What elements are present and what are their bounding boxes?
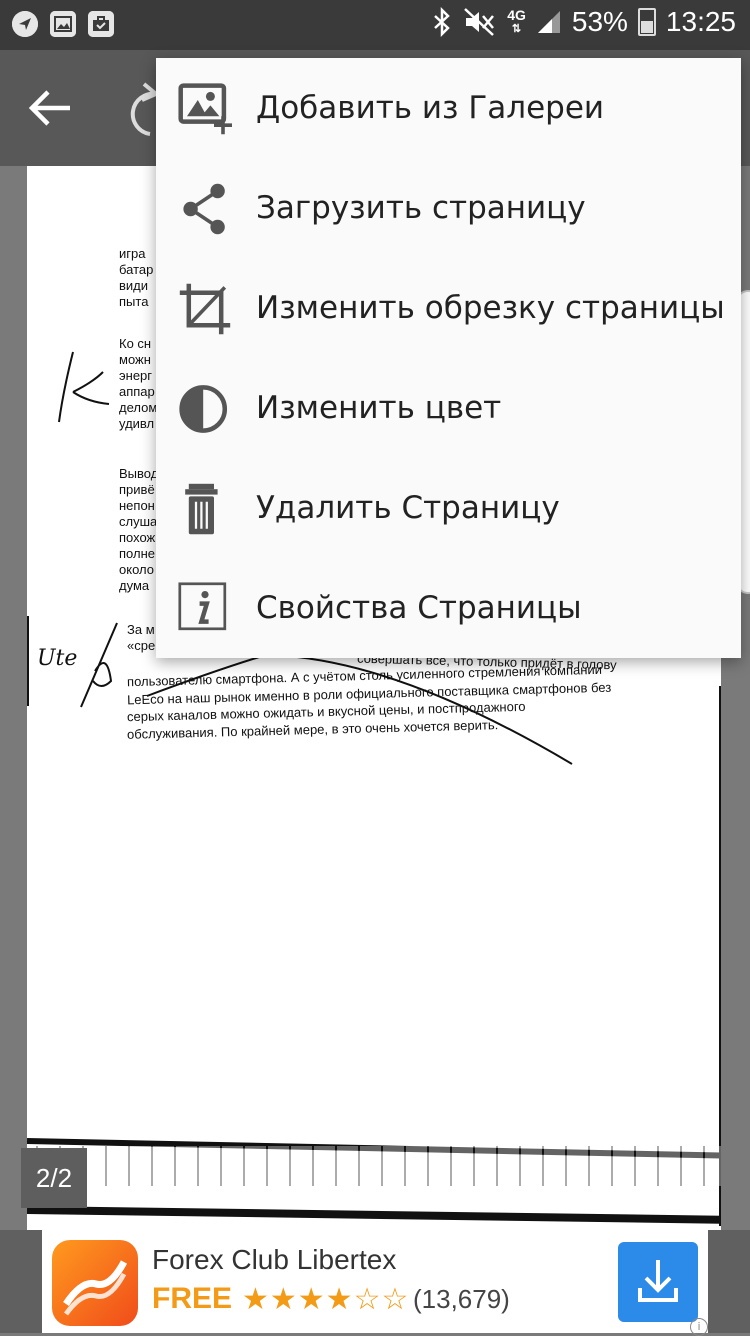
mute-icon [464, 8, 495, 36]
briefcase-icon [88, 11, 114, 37]
add-from-gallery-icon [178, 83, 232, 135]
back-arrow-icon[interactable] [26, 88, 74, 128]
navigation-icon [12, 11, 38, 37]
menu-item-upload-page[interactable]: Загрузить страницу [156, 158, 741, 258]
crop-icon [179, 283, 231, 335]
menu-item-delete-page[interactable]: Удалить Страницу [156, 458, 741, 558]
ad-banner: Forex Club Libertex FREE ★★★★☆☆ (13,679)… [0, 1230, 750, 1336]
ad-info-icon[interactable]: i [690, 1318, 708, 1336]
ad-price: FREE [152, 1282, 233, 1315]
right-rule [719, 686, 721, 1226]
ad-review-count: (13,679) [413, 1284, 510, 1314]
download-button[interactable] [618, 1242, 698, 1322]
scan-edge-bottom [27, 1206, 721, 1224]
status-bar: 4G ⇅ 53% 13:25 [0, 0, 750, 50]
app-logo-icon[interactable] [52, 1240, 138, 1326]
status-notifications [12, 11, 114, 37]
scan-edge-noise [27, 1146, 721, 1186]
share-icon [183, 183, 225, 235]
signal-icon [537, 11, 560, 33]
overflow-menu: Добавить из Галереи Загрузить страницу И… [156, 58, 741, 658]
menu-item-add-from-gallery[interactable]: Добавить из Галереи [156, 58, 741, 158]
info-icon [178, 582, 227, 631]
trash-icon [185, 483, 218, 535]
clock: 13:25 [665, 6, 736, 37]
network-type: 4G ⇅ [507, 7, 526, 35]
contrast-icon [179, 385, 228, 433]
menu-item-change-crop[interactable]: Изменить обрезку страницы [156, 258, 741, 358]
battery-icon [637, 8, 656, 36]
bluetooth-icon [434, 7, 450, 37]
rating-stars-icon: ★★★★☆☆ [242, 1282, 410, 1317]
ad-card[interactable]: Forex Club Libertex FREE ★★★★☆☆ (13,679)… [42, 1230, 708, 1336]
ad-title[interactable]: Forex Club Libertex [152, 1244, 396, 1276]
image-icon [50, 11, 76, 37]
menu-item-page-properties[interactable]: Свойства Страницы [156, 558, 741, 658]
download-icon [638, 1260, 678, 1302]
status-system: 4G ⇅ 53% 13:25 [431, 6, 736, 38]
battery-percent: 53% [571, 6, 628, 37]
menu-item-change-color[interactable]: Изменить цвет [156, 358, 741, 458]
page-indicator: 2/2 [21, 1148, 87, 1208]
